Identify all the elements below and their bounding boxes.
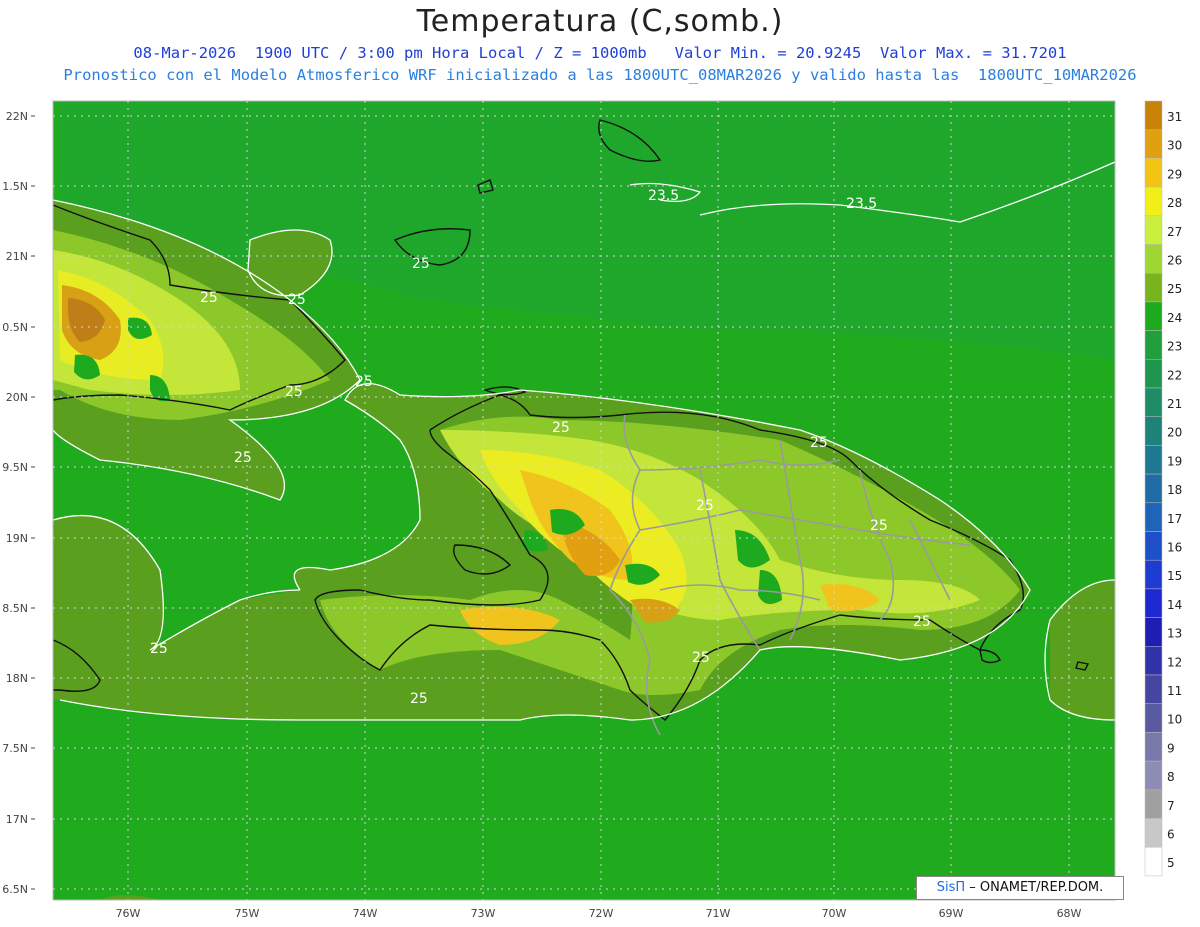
contour-label: 23.5	[846, 196, 877, 212]
contour-label: 25	[552, 420, 570, 436]
temperature-map: 23.5 23.5 25 25 25 25 25 25 25 25 25 25 …	[2, 100, 1182, 920]
colorbar-swatch	[1144, 760, 1163, 791]
lat-tick-label: 0.5N	[2, 321, 28, 334]
colorbar-label: 30	[1167, 139, 1182, 153]
colorbar-swatch	[1144, 559, 1163, 590]
lat-tick-label: 7.5N	[2, 742, 28, 755]
colorbar-label: 13	[1167, 627, 1182, 641]
lat-tick-label: 21N	[6, 250, 28, 263]
lat-tick-label: 18N	[6, 672, 28, 685]
colorbar-swatch	[1144, 531, 1163, 561]
contour-label: 25	[285, 384, 303, 400]
colorbar-label: 11	[1167, 684, 1182, 698]
colorbar-label: 17	[1167, 512, 1182, 526]
colorbar-label: 10	[1167, 713, 1182, 727]
colorbar-swatch	[1144, 129, 1163, 159]
contour-label: 25	[355, 374, 373, 390]
latitude-tick-marks	[31, 115, 35, 890]
lat-tick-label: 19N	[6, 532, 28, 545]
colorbar-label: 7	[1167, 799, 1175, 813]
contour-label: 25	[696, 498, 714, 514]
lat-tick-label: 20N	[6, 391, 28, 404]
contour-label: 23.5	[648, 188, 679, 204]
colorbar-swatch	[1144, 416, 1163, 446]
lon-tick-label: 69W	[939, 907, 964, 920]
colorbar-label: 9	[1167, 741, 1175, 755]
contour-label: 25	[692, 650, 710, 666]
lon-tick-label: 68W	[1057, 907, 1082, 920]
colorbar-label: 24	[1167, 311, 1182, 325]
colorbar-swatch	[1144, 244, 1163, 274]
colorbar-label: 25	[1167, 282, 1182, 296]
lon-tick-label: 73W	[471, 907, 496, 920]
colorbar-swatch	[1144, 215, 1163, 245]
colorbar-swatch	[1144, 387, 1163, 417]
colorbar-swatch	[1144, 330, 1163, 360]
contour-label: 25	[410, 691, 428, 707]
colorbar-label: 29	[1167, 167, 1182, 181]
lon-tick-label: 71W	[706, 907, 731, 920]
colorbar-swatch	[1144, 789, 1163, 819]
contour-label: 25	[288, 292, 306, 308]
longitude-axis: 76W 75W 74W 73W 72W 71W 70W 69W 68W	[116, 907, 1082, 920]
credit-text: – ONAMET/REP.DOM.	[969, 880, 1104, 895]
lat-tick-label: 22N	[6, 110, 28, 123]
colorbar-swatch	[1144, 617, 1163, 647]
colorbar-label: 23	[1167, 340, 1182, 354]
colorbar-label: 8	[1167, 770, 1175, 784]
lat-tick-label: 8.5N	[2, 602, 28, 615]
colorbar-label: 28	[1167, 196, 1182, 210]
colorbar-label: 31	[1167, 110, 1182, 124]
colorbar-swatch	[1144, 272, 1163, 303]
colorbar-swatch	[1144, 158, 1163, 188]
lat-tick-label: 9.5N	[2, 461, 28, 474]
lon-tick-label: 72W	[589, 907, 614, 920]
contour-label: 25	[810, 435, 828, 451]
colorbar-label: 12	[1167, 655, 1182, 669]
colorbar-label: 22	[1167, 368, 1182, 382]
colorbar-label: 20	[1167, 426, 1182, 440]
colorbar-swatch	[1144, 100, 1163, 130]
contour-label: 25	[412, 256, 430, 272]
colorbar-label: 15	[1167, 569, 1182, 583]
contour-label: 25	[234, 450, 252, 466]
lon-tick-label: 74W	[353, 907, 378, 920]
colorbar-label: 16	[1167, 541, 1182, 555]
contour-label: 25	[200, 290, 218, 306]
colorbar-swatch	[1144, 588, 1163, 618]
colorbar-swatch	[1144, 846, 1163, 877]
colorbar-label: 18	[1167, 483, 1182, 497]
colorbar-label: 5	[1167, 856, 1175, 870]
sispi-logo-text: SisΠ	[936, 880, 966, 895]
colorbar-swatch	[1144, 473, 1163, 504]
colorbar-swatch	[1144, 703, 1163, 733]
lat-tick-label: 1.5N	[2, 180, 28, 193]
lon-tick-label: 75W	[235, 907, 260, 920]
latitude-axis: 22N 1.5N 21N 0.5N 20N 9.5N 19N 8.5N 18N …	[2, 110, 28, 896]
colorbar-label: 14	[1167, 598, 1182, 612]
credit-box: SisΠ – ONAMET/REP.DOM.	[916, 876, 1124, 900]
colorbar-label: 19	[1167, 454, 1182, 468]
contour-label: 25	[870, 518, 888, 534]
colorbar-swatch	[1144, 445, 1163, 475]
contour-label: 25	[150, 641, 168, 657]
colorbar-swatch	[1144, 732, 1163, 762]
colorbar-swatch	[1144, 674, 1163, 704]
colorbar-label: 21	[1167, 397, 1182, 411]
colorbar-label: 26	[1167, 254, 1182, 268]
lat-tick-label: 6.5N	[2, 883, 28, 896]
contour-label: 25	[913, 614, 931, 630]
lon-tick-label: 76W	[116, 907, 141, 920]
lon-tick-label: 70W	[822, 907, 847, 920]
colorbar: 31 30 29 28 27 26 25 24 23 22 21 20 19 18 17 16 15 14 13 12…	[1144, 100, 1182, 877]
colorbar-swatch	[1144, 502, 1163, 532]
colorbar-label: 27	[1167, 225, 1182, 239]
colorbar-swatch	[1144, 818, 1163, 848]
lat-tick-label: 17N	[6, 813, 28, 826]
colorbar-swatch	[1144, 301, 1163, 331]
colorbar-swatch	[1144, 186, 1163, 217]
colorbar-swatch	[1144, 359, 1163, 389]
colorbar-swatch	[1144, 646, 1163, 676]
colorbar-label: 6	[1167, 828, 1175, 842]
